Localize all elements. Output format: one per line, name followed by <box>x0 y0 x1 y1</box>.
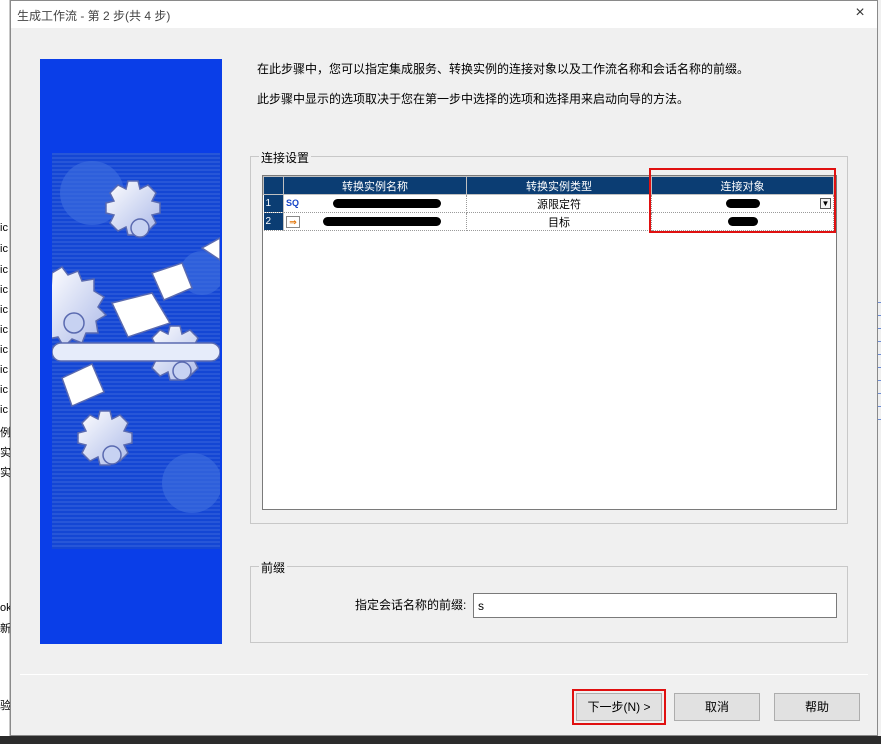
table-row[interactable]: 1 SQ 源限定符 ▼ <box>263 194 834 213</box>
background-text: ic <box>0 284 8 296</box>
redacted-name <box>323 217 442 227</box>
connection-object-cell[interactable] <box>651 212 834 231</box>
background-text: ic <box>0 222 8 234</box>
column-header-instance-name[interactable]: 转换实例名称 <box>283 176 467 195</box>
session-prefix-label: 指定会话名称的前缀: <box>355 598 467 612</box>
dropdown-arrow-icon[interactable]: ▼ <box>820 198 831 209</box>
table-row[interactable]: 2 ⇒ 目标 <box>263 212 834 231</box>
help-button[interactable]: 帮助 <box>774 693 860 721</box>
redacted-connection <box>725 199 760 209</box>
wizard-banner-image <box>40 59 222 644</box>
background-window: ic ic ic ic ic ic ic ic ic ic 例 实 实 ok 新… <box>0 0 12 744</box>
background-text: ic <box>0 243 8 255</box>
redacted-connection <box>727 217 758 227</box>
divider <box>20 674 868 675</box>
row-number: 2 <box>263 212 284 231</box>
background-text: ic <box>0 384 8 396</box>
cancel-button[interactable]: 取消 <box>674 693 760 721</box>
close-icon[interactable]: × <box>851 4 869 22</box>
target-icon: ⇒ <box>286 215 300 228</box>
instance-type-cell: 源限定符 <box>466 194 652 213</box>
prefix-group: 前缀 指定会话名称的前缀: <box>250 559 848 643</box>
connection-object-cell[interactable]: ▼ <box>651 194 834 213</box>
background-text: ic <box>0 344 8 356</box>
title-bar: 生成工作流 - 第 2 步(共 4 步) × <box>11 1 877 28</box>
connection-settings-group: 连接设置 转换实例名称 转换实例类型 连接对象 1 SQ 源限定符 ▼ 2 ⇒ … <box>250 149 848 524</box>
redacted-name <box>333 199 442 209</box>
gears-illustration <box>52 153 220 549</box>
connection-settings-title: 连接设置 <box>259 149 312 166</box>
instance-name-cell[interactable]: ⇒ <box>283 212 467 231</box>
connection-grid: 转换实例名称 转换实例类型 连接对象 1 SQ 源限定符 ▼ 2 ⇒ 目标 <box>262 175 837 510</box>
background-text: ic <box>0 324 8 336</box>
window-title: 生成工作流 - 第 2 步(共 4 步) <box>17 9 171 23</box>
source-qualifier-icon: SQ <box>286 197 300 208</box>
next-button[interactable]: 下一步(N) > <box>576 693 662 721</box>
column-header-instance-type[interactable]: 转换实例类型 <box>466 176 652 195</box>
prefix-group-title: 前缀 <box>259 559 288 576</box>
intro-text-1: 在此步骤中，您可以指定集成服务、转换实例的连接对象以及工作流名称和会话名称的前缀… <box>257 62 750 76</box>
background-text: ic <box>0 304 8 316</box>
instance-name-cell[interactable]: SQ <box>283 194 467 213</box>
background-text: ic <box>0 264 8 276</box>
grid-corner <box>263 176 284 195</box>
taskbar <box>0 736 881 744</box>
background-text: ic <box>0 404 8 416</box>
wizard-dialog: 生成工作流 - 第 2 步(共 4 步) × 在此步骤中，您可以指定集成服务、转… <box>10 0 878 736</box>
row-number: 1 <box>263 194 284 213</box>
background-text: ic <box>0 364 8 376</box>
intro-text-2: 此步骤中显示的选项取决于您在第一步中选择的选项和选择用来启动向导的方法。 <box>257 92 690 106</box>
column-header-connection-object[interactable]: 连接对象 <box>651 176 834 195</box>
instance-type-cell: 目标 <box>466 212 652 231</box>
grid-header-row: 转换实例名称 转换实例类型 连接对象 <box>263 176 834 195</box>
session-prefix-input[interactable] <box>473 593 837 618</box>
